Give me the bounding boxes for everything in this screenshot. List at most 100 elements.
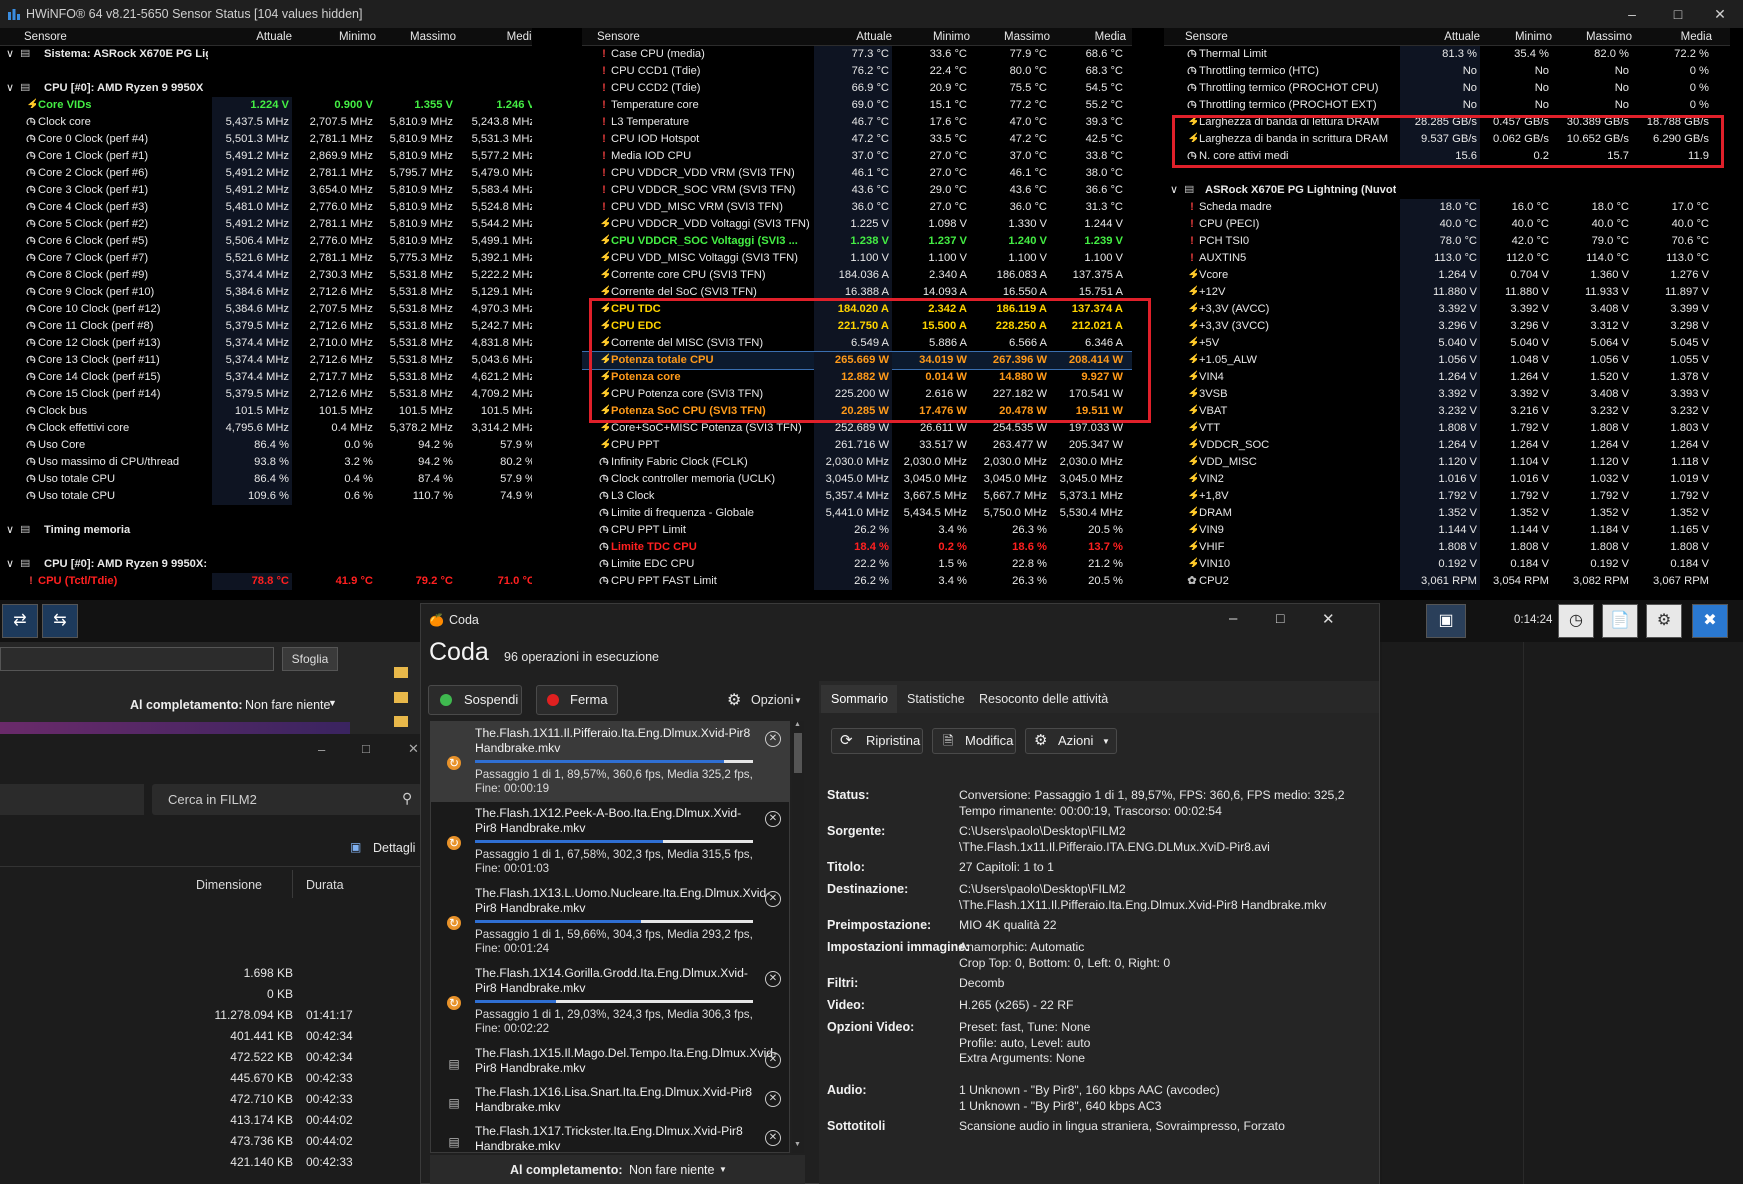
coda-close-button[interactable]: ✕ <box>1322 610 1335 628</box>
collapse-arrows-icon[interactable]: ⇄ <box>2 604 38 638</box>
sensor-row[interactable]: ⚡ +5V 5.040 V 5.040 V 5.064 V 5.045 V <box>1164 335 1730 352</box>
queue-item[interactable]: ▤ The.Flash.1X17.Trickster.Ita.Eng.Dlmux.… <box>431 1120 789 1152</box>
sensor-group[interactable]: ∨ ▤ CPU [#0]: AMD Ryzen 9 9950X: Enhanced <box>0 556 532 573</box>
sensor-row[interactable]: ◷ Uso massimo di CPU/thread 93.8 % 3.2 % 94.… <box>0 454 532 471</box>
sensor-row[interactable]: ⚡ Potenza SoC CPU (SVI3 TFN) 20.285 W 17.47… <box>582 403 1132 420</box>
sensor-row[interactable]: ⚡ Core+SoC+MISC Potenza (SVI3 TFN) 252.689… <box>582 420 1132 437</box>
destination-field[interactable] <box>0 647 274 671</box>
sensor-row[interactable]: ◷ Core 9 Clock (perf #10) 5,384.6 MHz 2,712… <box>0 284 532 301</box>
sensor-row[interactable]: ◷ Infinity Fabric Clock (FCLK) 2,030.0 MHz… <box>582 454 1132 471</box>
queue-list[interactable]: ↻ The.Flash.1X11.Il.Pifferaio.Ita.Eng.Dlm… <box>430 721 790 1153</box>
sensor-row[interactable]: ◷ Core 11 Clock (perf #8) 5,379.5 MHz 2,712… <box>0 318 532 335</box>
sensor-row[interactable]: ◷ Core 6 Clock (perf #5) 5,506.4 MHz 2,776.… <box>0 233 532 250</box>
scroll-up-icon[interactable]: ▲ <box>794 721 801 728</box>
sensor-row[interactable]: ! Case CPU (media) 77.3 °C 33.6 °C 77.9 °C 68… <box>582 46 1132 63</box>
sensor-row[interactable]: ⚡ Larghezza di banda in scrittura DRAM 9.5… <box>1164 131 1730 148</box>
remove-job-icon[interactable]: ✕ <box>765 891 781 907</box>
sensor-pane-left[interactable]: Sensore Attuale Minimo Massimo Media ∨ ▤ Sistem… <box>0 28 532 596</box>
expand-toggle-icon[interactable]: ∨ <box>6 80 14 97</box>
sensor-row[interactable]: ⚡ Vcore 1.264 V 0.704 V 1.360 V 1.276 V <box>1164 267 1730 284</box>
col-size-header[interactable]: Dimensione <box>196 878 262 892</box>
sensor-row[interactable]: ⚡ VIN9 1.144 V 1.144 V 1.184 V 1.165 V <box>1164 522 1730 539</box>
tab-resoconto[interactable]: Resoconto delle attività <box>979 692 1108 706</box>
sensor-group[interactable]: ∨ ▤ Sistema: ASRock X670E PG Lightning <box>0 46 532 63</box>
queue-item[interactable]: ↻ The.Flash.1X13.L.Uomo.Nucleare.Ita.Eng.… <box>431 882 789 962</box>
on-complete-value[interactable]: Non fare niente <box>245 698 330 712</box>
minimize-button[interactable]: – <box>1609 0 1655 28</box>
sensor-pane-right[interactable]: Sensore Attuale Minimo Massimo Media ◷ Thermal… <box>1164 28 1730 596</box>
sensor-row[interactable]: ◷ Throttling termico (PROCHOT CPU) No No No 0… <box>1164 80 1730 97</box>
explorer-close-icon[interactable]: ✕ <box>408 741 419 757</box>
sensor-row[interactable]: ◷ Uso totale CPU 109.6 % 0.6 % 110.7 % 74.9 % <box>0 488 532 505</box>
sensor-row[interactable]: ! CPU VDDCR_VDD VRM (SVI3 TFN) 46.1 °C 27.0… <box>582 165 1132 182</box>
sensor-row[interactable]: ⚡ +1.05_ALW 1.056 V 1.048 V 1.056 V 1.055 V <box>1164 352 1730 369</box>
sensor-row[interactable]: ◷ N. core attivi medi 15.6 0.2 15.7 11.9 <box>1164 148 1730 165</box>
queue-item[interactable]: ↻ The.Flash.1X12.Peek-A-Boo.Ita.Eng.Dlmux… <box>431 802 789 882</box>
edit-button[interactable]: 🗎 Modifica <box>932 728 1016 754</box>
expand-toggle-icon[interactable]: ∨ <box>6 46 14 63</box>
suspend-button[interactable]: Sospendi <box>428 685 522 715</box>
sensor-row[interactable]: ! Media IOD CPU 37.0 °C 27.0 °C 37.0 °C 33.8 … <box>582 148 1132 165</box>
sensor-row[interactable]: ⚡ +3,3V (AVCC) 3.392 V 3.392 V 3.408 V 3.399 … <box>1164 301 1730 318</box>
sensor-row[interactable]: ◷ Clock controller memoria (UCLK) 3,045.0 … <box>582 471 1132 488</box>
sensor-row[interactable]: ◷ L3 Clock 5,357.4 MHz 3,667.5 MHz 5,667.7 M… <box>582 488 1132 505</box>
sensor-row[interactable]: ⚡ VHIF 1.808 V 1.808 V 1.808 V 1.808 V <box>1164 539 1730 556</box>
sensor-row[interactable]: ! CPU VDDCR_SOC VRM (SVI3 TFN) 43.6 °C 29.0… <box>582 182 1132 199</box>
sensor-row[interactable]: ◷ Core 15 Clock (perf #14) 5,379.5 MHz 2,71… <box>0 386 532 403</box>
explorer-minimize-icon[interactable]: – <box>318 742 325 757</box>
sensor-group[interactable]: ∨ ▤ ASRock X670E PG Lightning (Nuvoton NCT… <box>1164 182 1730 199</box>
sensor-row[interactable]: ◷ Core 14 Clock (perf #15) 5,374.4 MHz 2,71… <box>0 369 532 386</box>
close-button[interactable]: ✕ <box>1697 0 1743 28</box>
sensor-row[interactable]: ◷ Clock bus 101.5 MHz 101.5 MHz 101.5 MHz 101… <box>0 403 532 420</box>
remove-job-icon[interactable]: ✕ <box>765 1091 781 1107</box>
address-bar[interactable] <box>0 784 144 815</box>
sensor-row[interactable]: ⚡ CPU Potenza core (SVI3 TFN) 225.200 W 2.6… <box>582 386 1132 403</box>
sensor-row[interactable]: ◷ Core 13 Clock (perf #11) 5,374.4 MHz 2,71… <box>0 352 532 369</box>
sensor-row[interactable]: ⚡ VIN2 1.016 V 1.016 V 1.032 V 1.019 V <box>1164 471 1730 488</box>
scrollbar-thumb[interactable] <box>794 733 802 773</box>
scroll-down-icon[interactable]: ▼ <box>794 1141 801 1148</box>
details-button[interactable]: Dettagli <box>373 841 415 855</box>
queue-item[interactable]: ▤ The.Flash.1X16.Lisa.Snart.Ita.Eng.Dlmux… <box>431 1081 789 1120</box>
sensor-row[interactable]: ◷ Throttling termico (PROCHOT EXT) No No No 0… <box>1164 97 1730 114</box>
sensor-row[interactable]: ! CPU CCD2 (Tdie) 66.9 °C 20.9 °C 75.5 °C 54.… <box>582 80 1132 97</box>
sensor-row[interactable]: ◷ Limite TDC CPU 18.4 % 0.2 % 18.6 % 13.7 % <box>582 539 1132 556</box>
settings-gear-icon[interactable]: ⚙ <box>1646 604 1682 638</box>
sensor-row[interactable]: ⚡ VIN4 1.264 V 1.264 V 1.520 V 1.378 V <box>1164 369 1730 386</box>
browse-button[interactable]: Sfoglia <box>282 647 338 671</box>
sensor-row[interactable]: ⚡ VDD_MISC 1.120 V 1.104 V 1.120 V 1.118 V <box>1164 454 1730 471</box>
sensor-row[interactable]: ! CPU (Tctl/Tdie) 78.8 °C 41.9 °C 79.2 °C 71.… <box>0 573 532 590</box>
sensor-row[interactable]: ⚡ VTT 1.808 V 1.792 V 1.808 V 1.803 V <box>1164 420 1730 437</box>
sensor-row[interactable]: ◷ Core 4 Clock (perf #3) 5,481.0 MHz 2,776.… <box>0 199 532 216</box>
sensor-row[interactable]: ⚡ CPU VDDCR_VDD Voltaggi (SVI3 TFN) 1.225 … <box>582 216 1132 233</box>
expand-arrows-icon[interactable]: ⇆ <box>42 604 78 638</box>
expand-toggle-icon[interactable]: ∨ <box>6 556 14 573</box>
maximize-button[interactable]: □ <box>1655 0 1701 28</box>
queue-item[interactable]: ▤ The.Flash.1X15.Il.Mago.Del.Tempo.Ita.En… <box>431 1042 789 1081</box>
report-icon[interactable]: 📄 <box>1602 604 1638 638</box>
sensor-row[interactable] <box>0 63 532 80</box>
explorer-maximize-icon[interactable]: □ <box>362 741 370 756</box>
sensor-row[interactable]: ⚡ Larghezza di banda di lettura DRAM 28.28… <box>1164 114 1730 131</box>
sensor-row[interactable]: ◷ Limite EDC CPU 22.2 % 1.5 % 22.8 % 21.2 % <box>582 556 1132 573</box>
sensor-row[interactable]: ◷ Throttling termico (HTC) No No No 0 % <box>1164 63 1730 80</box>
sensor-row[interactable]: ◷ CPU PPT FAST Limit 26.2 % 3.4 % 26.3 % 20.5… <box>582 573 1132 590</box>
sensor-row[interactable]: ◷ Limite di frequenza - Globale 5,441.0 MH… <box>582 505 1132 522</box>
options-button[interactable]: Opzioni <box>751 693 793 707</box>
sensor-row[interactable]: ⚡ CPU TDC 184.020 A 2.342 A 186.119 A 137.374… <box>582 301 1132 318</box>
sensor-row[interactable]: ◷ Thermal Limit 81.3 % 35.4 % 82.0 % 72.2 % <box>1164 46 1730 63</box>
queue-item[interactable]: ↻ The.Flash.1X11.Il.Pifferaio.Ita.Eng.Dlm… <box>431 722 789 802</box>
sensor-row[interactable]: ! Scheda madre 18.0 °C 16.0 °C 18.0 °C 17.0 °… <box>1164 199 1730 216</box>
sensor-row[interactable] <box>0 505 532 522</box>
sensor-row[interactable]: ⚡ CPU VDDCR_SOC Voltaggi (SVI3 ... 1.238 V… <box>582 233 1132 250</box>
sensor-row[interactable]: ! L3 Temperature 46.7 °C 17.6 °C 47.0 °C 39.3… <box>582 114 1132 131</box>
sensor-row[interactable]: ◷ Clock effettivi core 4,795.6 MHz 0.4 MHz 5… <box>0 420 532 437</box>
sensor-row[interactable]: ⚡ DRAM 1.352 V 1.352 V 1.352 V 1.352 V <box>1164 505 1730 522</box>
sensor-row[interactable]: ⚡ 3VSB 3.392 V 3.392 V 3.408 V 3.393 V <box>1164 386 1730 403</box>
sensor-row[interactable]: ! PCH TSI0 78.0 °C 42.0 °C 79.0 °C 70.6 °C <box>1164 233 1730 250</box>
actions-button[interactable]: ⚙ Azioni ▼ <box>1025 728 1117 754</box>
sensor-row[interactable]: ◷ Clock core 5,437.5 MHz 2,707.5 MHz 5,810.9… <box>0 114 532 131</box>
search-box[interactable]: Cerca in FILM2 ⚲ <box>152 784 422 815</box>
sensor-row[interactable]: ⚡ Potenza core 12.882 W 0.014 W 14.880 W 9.92… <box>582 369 1132 386</box>
clock-icon[interactable]: ◷ <box>1558 604 1594 638</box>
